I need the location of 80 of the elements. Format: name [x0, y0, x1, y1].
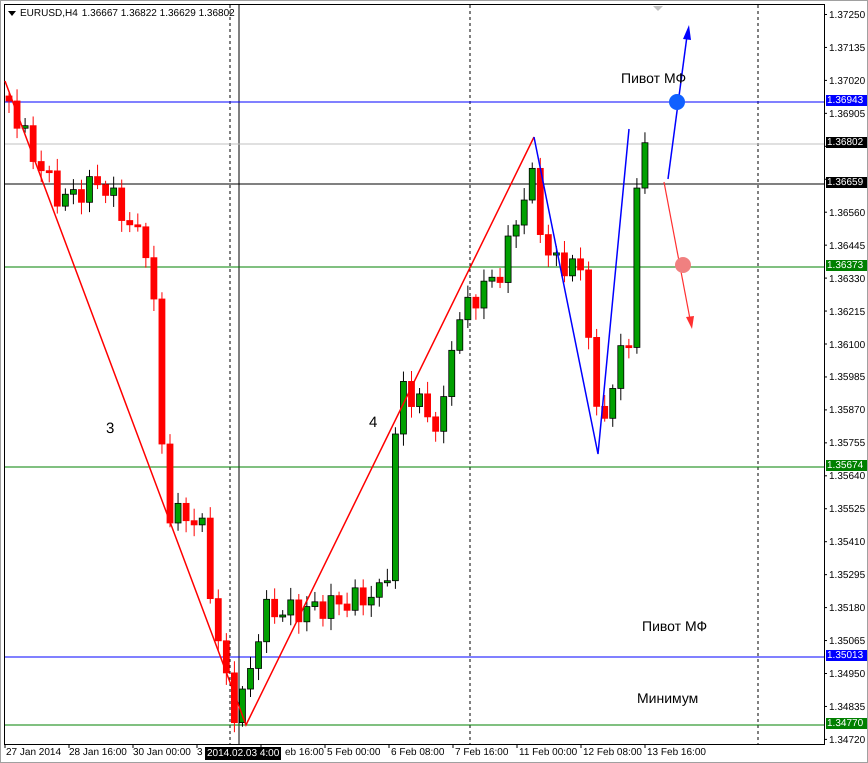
time-tag: 2014.02.03 4:00 — [205, 747, 282, 760]
time-label: 3 — [197, 747, 203, 758]
time-label: 11 Feb 00:00 — [519, 747, 578, 758]
scroll-marker-icon — [653, 6, 663, 11]
tick-mark — [824, 376, 828, 378]
wave-label: 4 — [369, 415, 378, 430]
tick-mark — [824, 80, 828, 81]
tick-mark — [644, 744, 646, 748]
price-label: 1.35525 — [829, 504, 866, 516]
price-label: 1.35410 — [829, 537, 866, 548]
tick-mark — [516, 744, 518, 748]
price-tag: 1.34770 — [826, 718, 867, 729]
wave-label: 3 — [106, 421, 114, 436]
tick-mark — [324, 744, 326, 748]
tick-mark — [824, 310, 828, 312]
price-label: 1.36330 — [829, 274, 866, 285]
time-label: 13 Feb 16:00 — [647, 747, 706, 758]
price-label: 1.34950 — [829, 669, 866, 680]
price-label: 1.36445 — [829, 240, 866, 252]
time-label: 30 Jan 00:00 — [133, 747, 191, 758]
price-label: 1.37250 — [829, 10, 866, 21]
price-tag: 1.36943 — [826, 95, 867, 106]
time-label: 27 Jan 2014 — [6, 747, 62, 758]
ohlc-values: 1.36667 1.36822 1.36629 1.36802 — [82, 8, 235, 19]
time-label: eb 16:00 — [285, 747, 324, 758]
tick-mark — [824, 278, 828, 279]
time-label: 6 Feb 08:00 — [391, 747, 444, 758]
price-label: 1.35065 — [829, 636, 866, 648]
tick-mark — [196, 744, 198, 748]
tick-mark — [388, 744, 390, 748]
price-tag: 1.36373 — [826, 260, 867, 271]
price-label: 1.35870 — [829, 405, 866, 416]
price-label: 1.37135 — [829, 42, 866, 54]
tick-mark — [824, 673, 828, 674]
tick-mark — [824, 46, 828, 48]
price-label: 1.36560 — [829, 208, 866, 219]
tick-mark — [824, 14, 828, 15]
tick-mark — [4, 744, 6, 748]
tick-mark — [824, 607, 828, 608]
tick-mark — [68, 744, 70, 748]
tick-mark — [824, 574, 828, 576]
price-tag: 1.36659 — [826, 177, 867, 188]
tick-mark — [580, 744, 582, 748]
tick-mark — [824, 640, 828, 642]
tick-mark — [824, 706, 828, 707]
price-label: 1.35180 — [829, 603, 866, 614]
time-label: 5 Feb 00:00 — [327, 747, 380, 758]
tick-mark — [824, 409, 828, 410]
price-tag: 1.35013 — [826, 650, 867, 661]
price-label: 1.36905 — [829, 108, 866, 120]
tick-mark — [452, 744, 454, 748]
price-label: 1.37020 — [829, 76, 866, 87]
tick-mark — [824, 112, 828, 114]
price-label: 1.36215 — [829, 306, 866, 318]
time-label: 7 Feb 16:00 — [455, 747, 508, 758]
symbol-label: EURUSD,H4 — [20, 8, 78, 19]
tick-mark — [824, 442, 828, 444]
tick-mark — [824, 541, 828, 542]
tick-mark — [824, 738, 828, 740]
tick-mark — [132, 744, 134, 748]
price-label: 1.35640 — [829, 471, 866, 482]
chart-label: Пивот МФ — [642, 619, 708, 633]
chart-label: Минимум — [637, 691, 698, 705]
tick-mark — [824, 475, 828, 476]
price-label: 1.35295 — [829, 570, 866, 582]
price-label: 1.35985 — [829, 372, 866, 384]
tick-mark — [824, 212, 828, 213]
price-tag: 1.35674 — [826, 460, 867, 471]
circle-marker — [675, 257, 691, 273]
price-tag: 1.36802 — [826, 137, 867, 148]
time-label: 12 Feb 08:00 — [583, 747, 642, 758]
dropdown-icon[interactable] — [8, 11, 16, 16]
price-label: 1.36100 — [829, 340, 866, 350]
price-label: 1.35755 — [829, 438, 866, 450]
tick-mark — [824, 508, 828, 510]
price-label: 1.34835 — [829, 702, 866, 713]
tick-mark — [824, 244, 828, 246]
circle-marker — [669, 94, 685, 110]
price-label: 1.34720 — [829, 734, 866, 746]
time-label: 28 Jan 16:00 — [69, 747, 127, 758]
